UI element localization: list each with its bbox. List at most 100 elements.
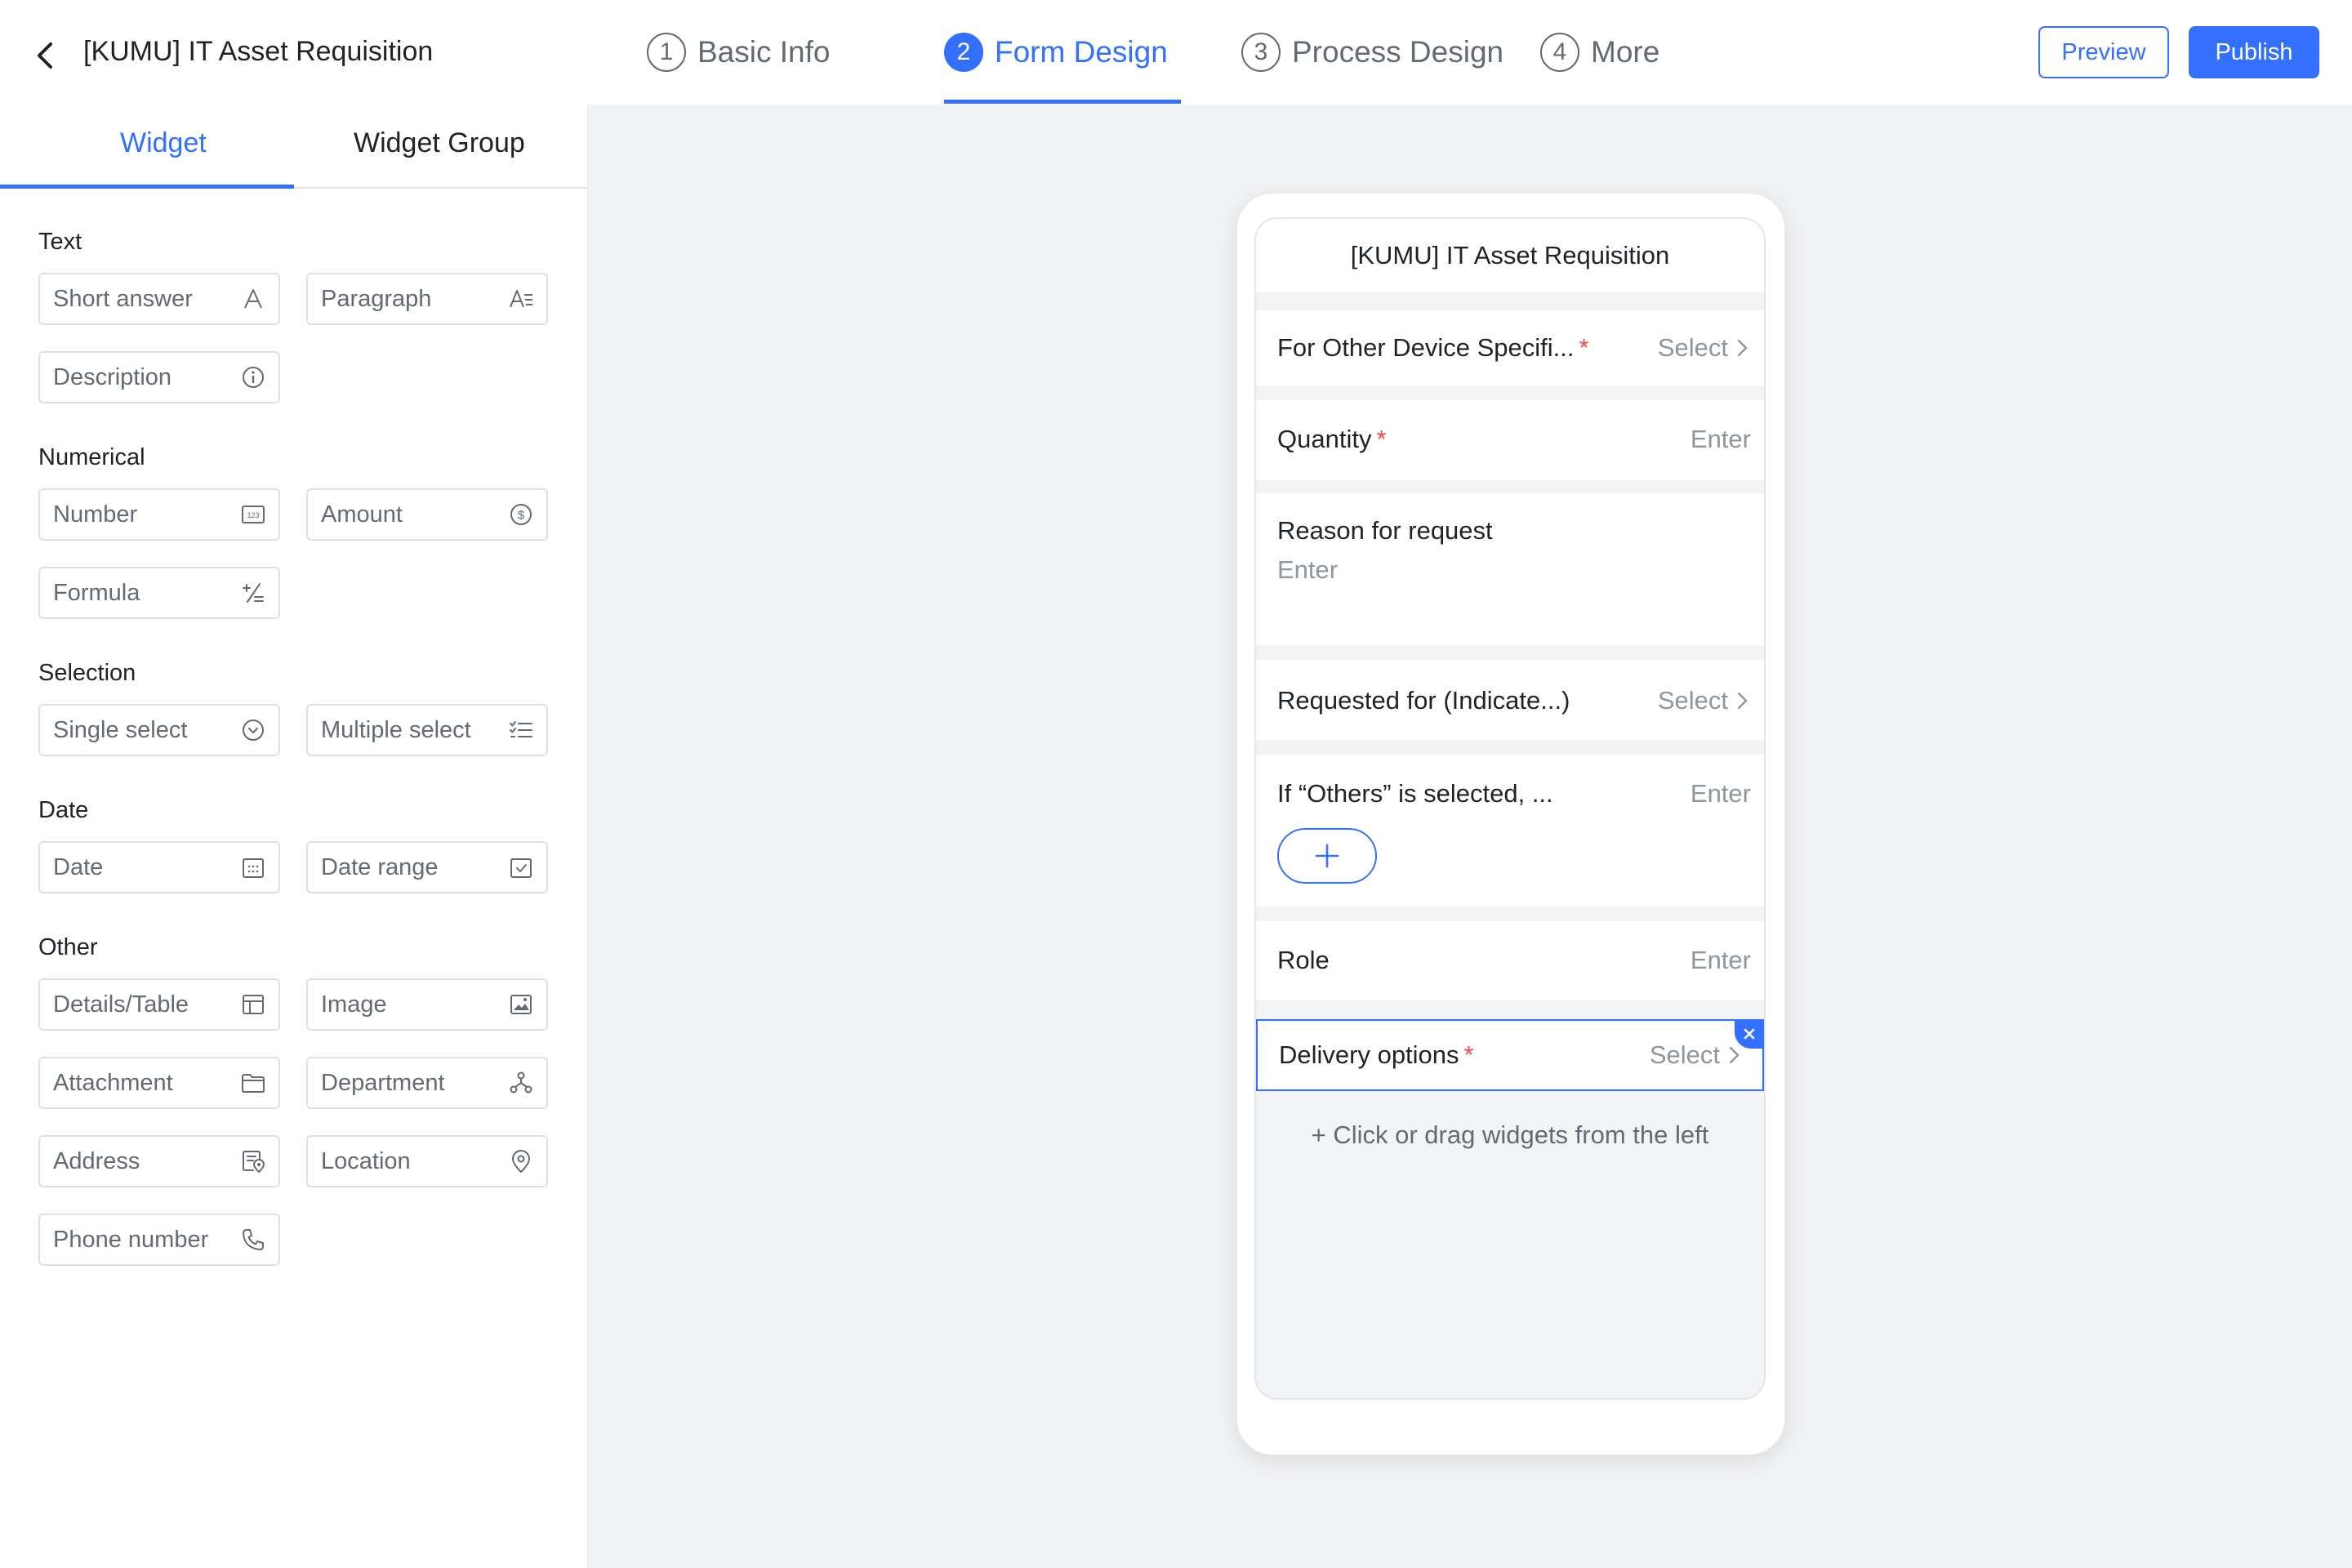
field-input-placeholder[interactable]: Enter bbox=[1690, 779, 1751, 808]
field-label: Requested for (Indicate...) bbox=[1277, 686, 1570, 715]
field-label: For Other Device Specifi... * bbox=[1277, 333, 1589, 362]
chevron-right-icon bbox=[1737, 692, 1748, 710]
dollar-icon: $ bbox=[507, 501, 535, 528]
widget-label: Number bbox=[53, 501, 138, 528]
step-process-design[interactable]: 3 Process Design bbox=[1241, 29, 1503, 75]
step-label: Form Design bbox=[995, 35, 1168, 69]
widget-label: Formula bbox=[53, 579, 140, 606]
publish-button[interactable]: Publish bbox=[2189, 26, 2319, 78]
step-more[interactable]: 4 More bbox=[1540, 29, 1659, 75]
add-widget-hint[interactable]: + Click or drag widgets from the left bbox=[1256, 1120, 1764, 1150]
widget-label: Details/Table bbox=[53, 991, 189, 1018]
field-label: If “Others” is selected, ... bbox=[1277, 779, 1553, 808]
delete-field-button[interactable] bbox=[1735, 1019, 1764, 1049]
step-label: More bbox=[1591, 35, 1660, 69]
widget-label: Paragraph bbox=[321, 285, 432, 312]
form-field-reason[interactable]: Reason for request Enter bbox=[1256, 493, 1764, 645]
paragraph-icon bbox=[507, 285, 535, 313]
step-label: Process Design bbox=[1292, 35, 1504, 69]
widget-image[interactable]: Image bbox=[306, 978, 548, 1031]
widget-address[interactable]: Address bbox=[38, 1135, 280, 1187]
info-icon bbox=[239, 363, 267, 391]
preview-button[interactable]: Preview bbox=[2038, 26, 2169, 78]
widget-details-table[interactable]: Details/Table bbox=[38, 978, 280, 1031]
field-select-value[interactable]: Select bbox=[1650, 1040, 1743, 1070]
active-tab-indicator bbox=[0, 185, 294, 189]
step-basic-info[interactable]: 1 Basic Info bbox=[647, 29, 830, 75]
required-mark: * bbox=[1463, 1040, 1474, 1069]
widget-phone-number[interactable]: Phone number bbox=[38, 1214, 280, 1266]
widget-date[interactable]: Date bbox=[38, 841, 280, 893]
number-icon: 123 bbox=[239, 501, 267, 528]
form-field-device-spec[interactable]: For Other Device Specifi... * Select bbox=[1256, 310, 1764, 385]
phone-icon bbox=[239, 1226, 267, 1254]
field-input-placeholder[interactable]: Enter bbox=[1690, 946, 1751, 975]
chevron-right-icon bbox=[1737, 339, 1748, 357]
required-mark: * bbox=[1376, 425, 1387, 453]
widget-formula[interactable]: Formula bbox=[38, 567, 280, 619]
widget-label: Short answer bbox=[53, 285, 193, 312]
required-mark: * bbox=[1579, 333, 1589, 362]
widget-department[interactable]: Department bbox=[306, 1057, 548, 1109]
step-label: Basic Info bbox=[697, 35, 831, 69]
app-title: [KUMU] IT Asset Requisition bbox=[83, 36, 434, 67]
svg-text:$: $ bbox=[518, 509, 525, 523]
field-label: Role bbox=[1277, 946, 1330, 974]
field-label: Quantity * bbox=[1277, 425, 1387, 453]
tab-widget-group[interactable]: Widget Group bbox=[354, 127, 525, 159]
widget-date-range[interactable]: Date range bbox=[306, 841, 548, 893]
table-icon bbox=[239, 991, 267, 1018]
step-number: 4 bbox=[1540, 33, 1579, 72]
formula-icon bbox=[239, 579, 267, 607]
widget-label: Address bbox=[53, 1147, 140, 1174]
chevron-left-icon bbox=[38, 42, 52, 69]
widget-location[interactable]: Location bbox=[306, 1135, 548, 1187]
widget-number[interactable]: Number 123 bbox=[38, 488, 280, 541]
form-preview: [KUMU] IT Asset Requisition For Other De… bbox=[1254, 217, 1766, 1400]
section-title-selection: Selection bbox=[38, 660, 136, 686]
widget-label: Location bbox=[321, 1147, 411, 1174]
widget-label: Phone number bbox=[53, 1226, 209, 1253]
step-number: 1 bbox=[647, 33, 686, 72]
form-field-role[interactable]: Role Enter bbox=[1256, 921, 1764, 1000]
widget-single-select[interactable]: Single select bbox=[38, 704, 280, 756]
field-select-value[interactable]: Select bbox=[1658, 686, 1751, 715]
widget-description[interactable]: Description bbox=[38, 351, 280, 403]
field-textarea-placeholder[interactable]: Enter bbox=[1277, 555, 1338, 585]
widget-amount[interactable]: Amount $ bbox=[306, 488, 548, 541]
section-title-other: Other bbox=[38, 934, 98, 960]
active-step-indicator bbox=[944, 100, 1181, 104]
widget-label: Date bbox=[53, 853, 104, 880]
address-icon bbox=[239, 1147, 267, 1175]
widget-multiple-select[interactable]: Multiple select bbox=[306, 704, 548, 756]
step-number: 2 bbox=[944, 33, 983, 72]
widget-attachment[interactable]: Attachment bbox=[38, 1057, 280, 1109]
widget-label: Attachment bbox=[53, 1069, 173, 1096]
add-item-button[interactable] bbox=[1277, 828, 1377, 884]
back-button[interactable] bbox=[24, 33, 65, 78]
field-input-placeholder[interactable]: Enter bbox=[1690, 425, 1751, 454]
close-icon bbox=[1744, 1028, 1755, 1040]
widget-paragraph[interactable]: Paragraph bbox=[306, 273, 548, 325]
field-select-value[interactable]: Select bbox=[1658, 333, 1751, 363]
chevron-right-icon bbox=[1729, 1046, 1740, 1064]
widget-short-answer[interactable]: Short answer bbox=[38, 273, 280, 325]
form-field-quantity[interactable]: Quantity * Enter bbox=[1256, 400, 1764, 480]
widget-label: Description bbox=[53, 363, 172, 390]
field-label: Reason for request bbox=[1277, 516, 1493, 545]
widget-label: Multiple select bbox=[321, 716, 471, 743]
form-field-delivery-options[interactable]: Delivery options * Select bbox=[1256, 1019, 1764, 1091]
tab-widget[interactable]: Widget bbox=[120, 127, 207, 159]
chevron-circle-icon bbox=[239, 716, 267, 744]
plus-icon bbox=[1315, 844, 1339, 868]
form-field-requested-for[interactable]: Requested for (Indicate...) Select bbox=[1256, 660, 1764, 740]
calendar-icon bbox=[239, 853, 267, 881]
widget-label: Department bbox=[321, 1069, 445, 1096]
step-number: 3 bbox=[1241, 33, 1281, 72]
form-title: [KUMU] IT Asset Requisition bbox=[1256, 219, 1764, 292]
widget-label: Single select bbox=[53, 716, 188, 743]
form-field-others-selected[interactable]: If “Others” is selected, ... Enter bbox=[1256, 755, 1764, 906]
field-label: Delivery options * bbox=[1279, 1040, 1474, 1069]
step-form-design[interactable]: 2 Form Design bbox=[944, 29, 1168, 75]
widget-panel: Widget Widget Group Text Short answer Pa… bbox=[0, 105, 588, 1568]
